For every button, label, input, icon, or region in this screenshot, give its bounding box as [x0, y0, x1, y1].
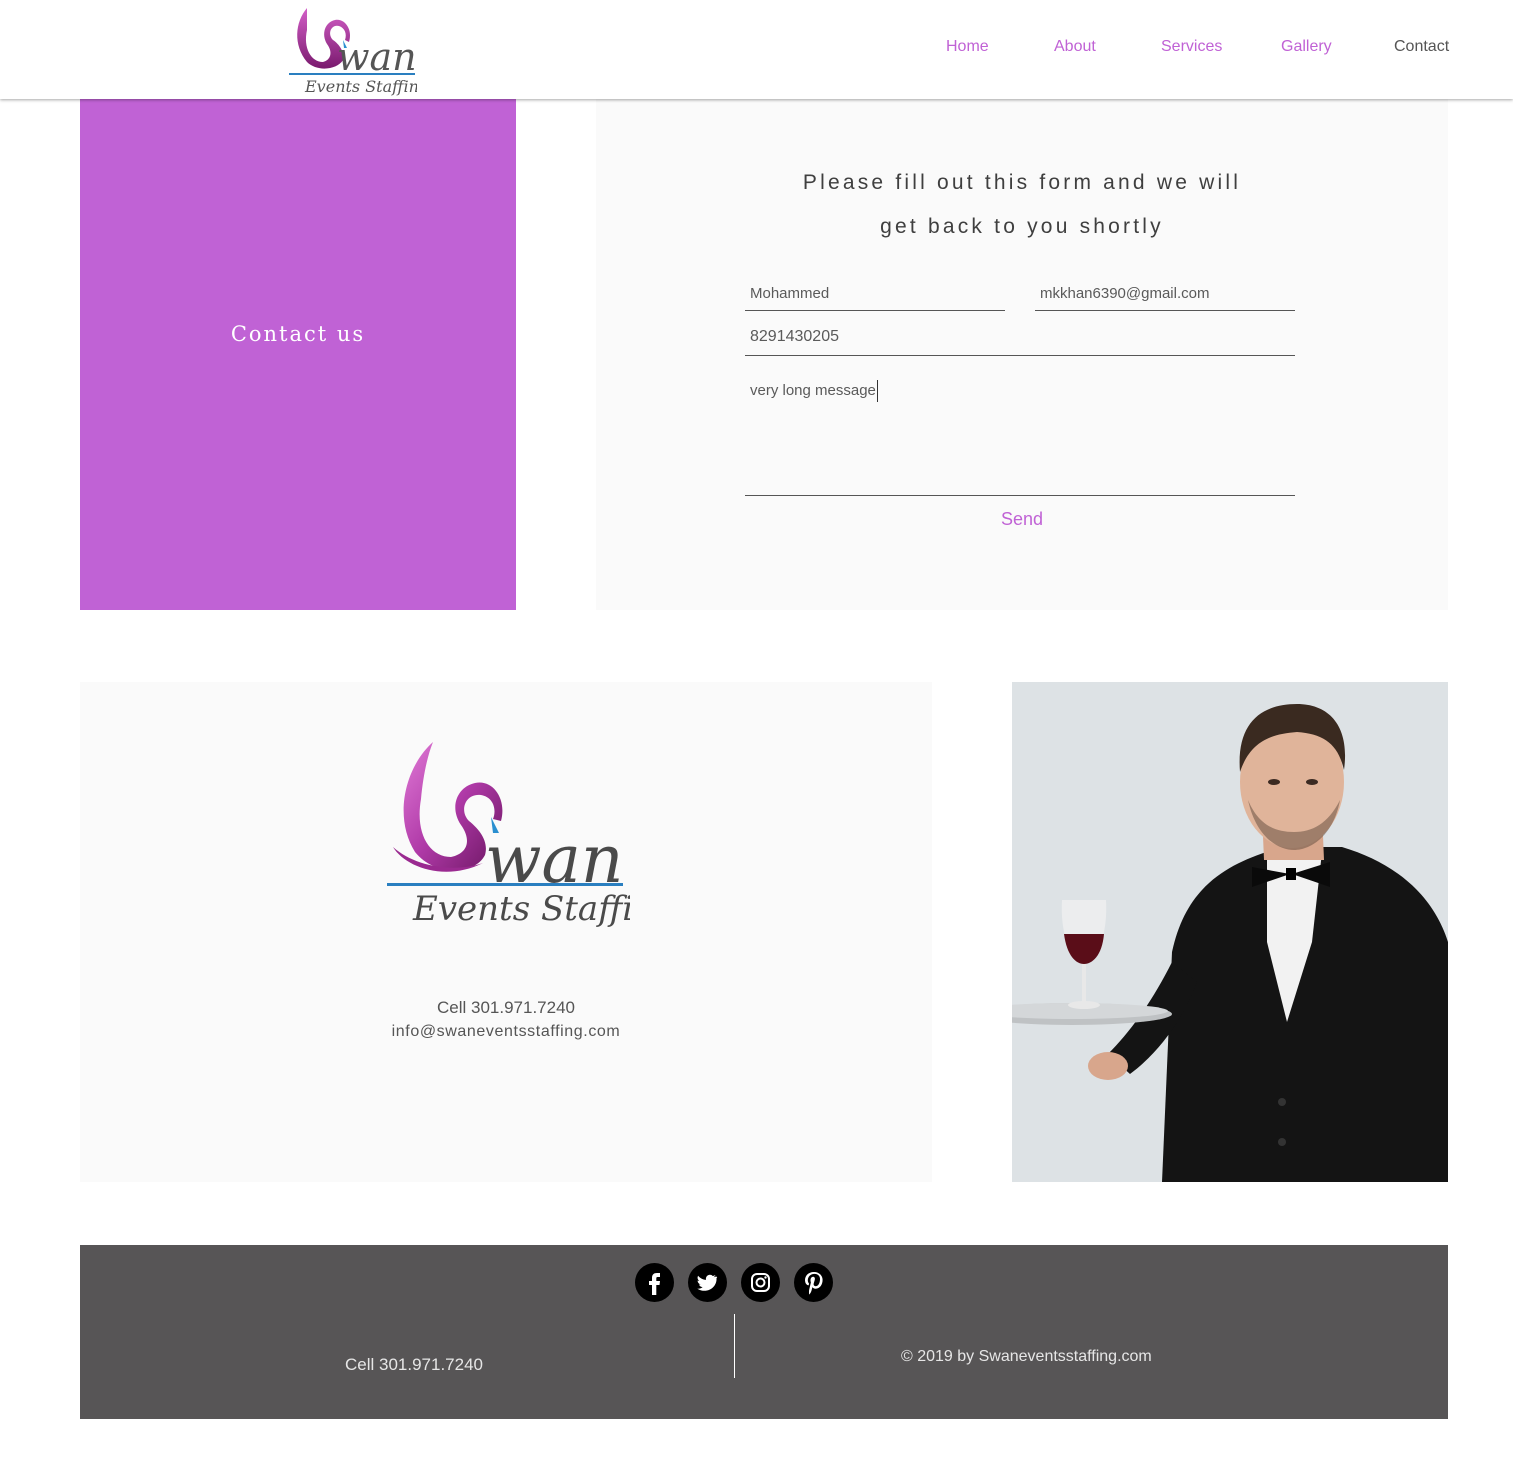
- swan-logo-icon: wan Events Staffing: [289, 8, 429, 96]
- nav-services[interactable]: Services: [1161, 38, 1222, 62]
- info-panel: wan Events Staffing Cell 301.971.7240 in…: [80, 682, 932, 1182]
- waiter-photo: [1012, 682, 1448, 1182]
- waiter-illustration: [1012, 682, 1448, 1182]
- swan-logo-icon: wan Events Staffing: [387, 742, 677, 929]
- svg-text:wan: wan: [485, 821, 623, 898]
- facebook-icon[interactable]: [635, 1263, 674, 1302]
- header-logo[interactable]: wan Events Staffing: [287, 0, 429, 99]
- name-value: Mohammed: [750, 285, 830, 302]
- nav-about[interactable]: About: [1054, 38, 1096, 62]
- nav-gallery[interactable]: Gallery: [1281, 38, 1332, 62]
- info-email[interactable]: info@swaneventsstaffing.com: [80, 1023, 932, 1041]
- nav-home[interactable]: Home: [946, 38, 989, 62]
- form-heading-line-2: get back to you shortly: [880, 215, 1164, 238]
- pinterest-icon[interactable]: [794, 1263, 833, 1302]
- svg-text:Events Staffing: Events Staffing: [304, 77, 417, 96]
- contact-title: Contact us: [230, 322, 366, 346]
- form-heading-line-1: Please fill out this form and we will: [802, 171, 1242, 194]
- email-value: mkkhan6390@gmail.com: [1040, 285, 1210, 302]
- site-header: wan Events Staffing Home About Services …: [0, 0, 1513, 99]
- name-field[interactable]: Mohammed: [745, 282, 1005, 311]
- message-field[interactable]: very long message: [745, 379, 1295, 496]
- svg-text:Events Staffing: Events Staffing: [412, 889, 630, 929]
- phone-field[interactable]: 8291430205: [745, 325, 1295, 356]
- footer-divider: [734, 1314, 735, 1378]
- contact-form: Please fill out this form and we will ge…: [596, 99, 1448, 610]
- email-field[interactable]: mkkhan6390@gmail.com: [1035, 282, 1295, 311]
- message-value: very long message: [750, 382, 876, 399]
- svg-text:wan: wan: [337, 35, 417, 79]
- nav-contact[interactable]: Contact: [1394, 38, 1449, 62]
- send-button[interactable]: Send: [596, 509, 1448, 530]
- text-caret: [876, 380, 878, 403]
- info-phone: Cell 301.971.7240: [436, 998, 575, 1017]
- footer-copyright: © 2019 by Swaneventsstaffing.com: [901, 1348, 1152, 1365]
- instagram-icon[interactable]: [741, 1263, 780, 1302]
- twitter-icon[interactable]: [688, 1263, 727, 1302]
- site-footer: Cell 301.971.7240 © 2019 by Swaneventsst…: [80, 1245, 1448, 1419]
- contact-panel: Contact us: [80, 99, 516, 610]
- phone-value: 8291430205: [750, 328, 839, 345]
- footer-phone: Cell 301.971.7240: [345, 1355, 484, 1374]
- info-logo: wan Events Staffing: [385, 737, 677, 937]
